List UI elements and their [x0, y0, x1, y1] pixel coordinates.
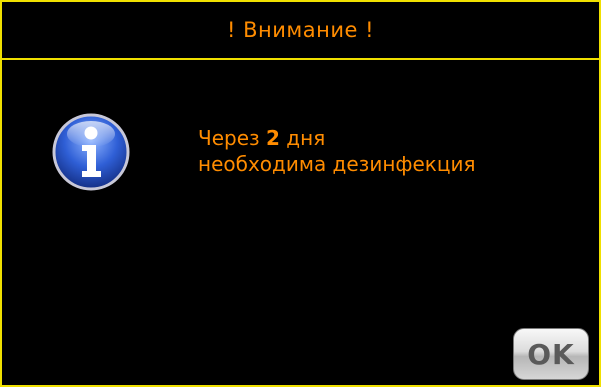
message-line-1: Через 2 дня [198, 125, 476, 151]
ok-button-label: OK [527, 337, 575, 371]
message-suffix: дня [279, 126, 326, 150]
dialog-title-bar: ! Внимание ! [2, 2, 599, 60]
days-count: 2 [266, 126, 280, 150]
message-line-2: необходима дезинфекция [198, 152, 476, 176]
dialog-title: ! Внимание ! [227, 18, 374, 42]
dialog-message: Через 2 дня необходима дезинфекция [198, 125, 476, 177]
info-icon [52, 113, 130, 191]
ok-button[interactable]: OK [513, 328, 589, 380]
alert-dialog: ! Внимание ! Через 2 дня необходима дези… [0, 0, 601, 387]
message-prefix: Через [198, 126, 267, 150]
